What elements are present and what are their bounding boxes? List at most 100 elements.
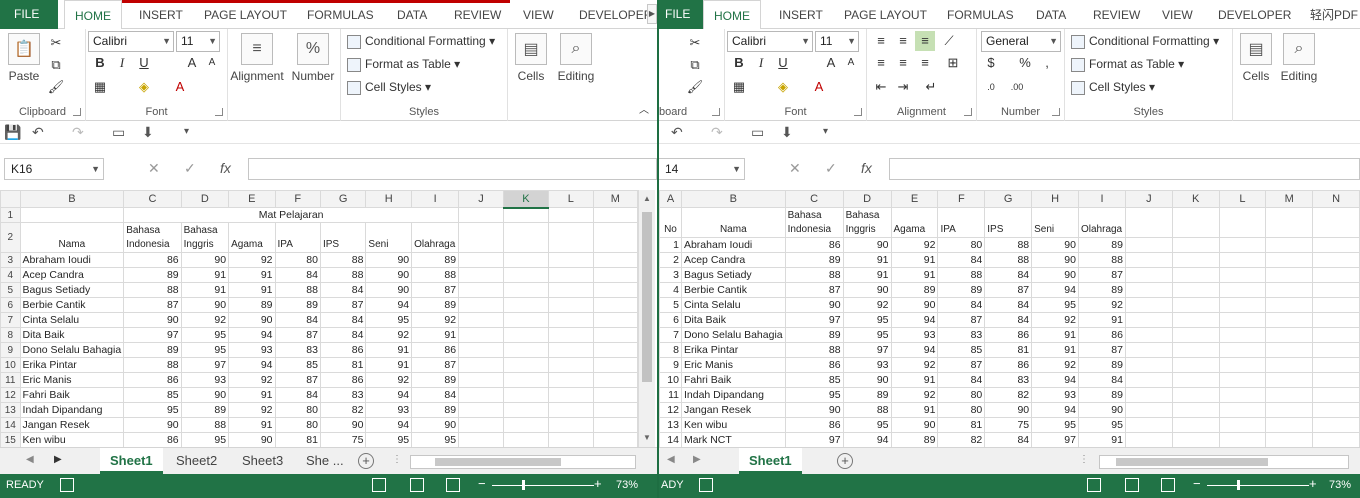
decrease-indent-icon[interactable]: ⇤ [871,77,891,97]
cell[interactable] [1218,432,1267,448]
cell[interactable] [1218,342,1267,358]
cell[interactable]: 5 [659,297,682,313]
cell[interactable]: 85 [274,357,321,373]
cell[interactable]: 84 [1077,372,1126,388]
cell[interactable]: Ken wibu [680,417,786,433]
cell[interactable]: 82 [984,387,1033,403]
clipboard-launcher-icon[interactable] [73,108,81,116]
cell[interactable] [502,282,549,298]
cell[interactable]: 94 [228,357,276,373]
cell[interactable]: 95 [1077,417,1126,433]
cell[interactable]: 95 [411,432,460,448]
row-header[interactable]: 3 [0,252,21,268]
cell[interactable]: 90 [411,417,460,433]
copy-icon[interactable]: ⧉ [46,55,66,75]
bold-icon[interactable]: B [729,53,749,73]
cell[interactable]: 89 [1077,282,1126,298]
cell[interactable] [1171,387,1220,403]
cell[interactable] [1265,297,1314,313]
cell[interactable] [592,357,639,373]
insert-function-icon[interactable]: fx [220,160,231,176]
cell[interactable] [1124,207,1173,238]
cell[interactable] [547,387,594,403]
cell[interactable]: 10 [659,372,682,388]
cell[interactable]: Eric Manis [680,357,786,373]
cell[interactable] [1218,417,1267,433]
cell[interactable]: 92 [890,357,939,373]
cell[interactable] [502,432,549,448]
align-middle-icon[interactable]: ≡ [893,31,913,51]
font-launcher-icon[interactable] [854,108,862,116]
align-right-icon[interactable]: ≡ [915,53,935,73]
enter-icon[interactable]: ✓ [184,160,196,177]
cell[interactable]: Dono Selalu Bahagia [680,327,786,343]
scroll-down-icon[interactable]: ▼ [639,431,655,445]
column-header[interactable]: G [984,190,1033,208]
cell[interactable]: 89 [123,342,182,358]
cell[interactable] [458,387,504,403]
cell[interactable] [1312,282,1360,298]
cell[interactable]: 81 [937,417,986,433]
cells-button[interactable]: ▤ Cells [1237,33,1275,83]
enter-icon[interactable]: ✓ [825,160,837,177]
cell[interactable]: 82 [937,432,986,448]
cell[interactable]: 95 [842,312,892,328]
undo-icon[interactable]: ↶ [32,123,44,141]
cell[interactable] [1124,252,1173,268]
cell[interactable]: 92 [365,327,413,343]
cell[interactable]: 97 [180,357,230,373]
cell[interactable]: 6 [659,312,682,328]
row-header[interactable]: 7 [0,312,21,328]
cell[interactable]: 83 [984,372,1033,388]
cell[interactable]: 80 [274,402,321,418]
cell[interactable] [1312,417,1360,433]
header-cell[interactable]: Nama [19,222,125,253]
cell[interactable]: 92 [365,372,413,388]
cell[interactable] [547,297,594,313]
cell[interactable] [1171,237,1220,253]
cell[interactable] [1265,417,1314,433]
cell[interactable] [502,222,549,253]
italic-icon[interactable]: I [751,53,771,73]
cell[interactable] [1124,267,1173,283]
cell[interactable]: 97 [842,342,892,358]
cell[interactable]: 91 [228,387,276,403]
grow-font-icon[interactable]: A [821,53,841,73]
tab-review[interactable]: REVIEW [1093,0,1140,29]
customize-qat-icon[interactable]: ▾ [823,123,828,141]
cell[interactable]: 84 [984,297,1033,313]
save-as-icon[interactable]: ⬇ [142,123,154,141]
cell[interactable]: 86 [784,237,844,253]
cell-table[interactable]: A B C D E F G H I J K L M N No Nama Bahasa Indonesia Baha… [659,190,1360,448]
cell[interactable] [1265,282,1314,298]
column-header[interactable]: E [228,190,276,208]
format-painter-icon[interactable]: 🖌 [685,77,705,97]
cell[interactable]: 91 [890,252,939,268]
alignment-launcher-icon[interactable] [964,108,972,116]
cell[interactable]: 89 [123,267,182,283]
cell[interactable]: 95 [365,312,413,328]
header-cell[interactable]: IPA [937,207,986,238]
tab-scroll-right-icon[interactable]: ▶ [647,4,657,24]
cell[interactable] [592,252,639,268]
cell[interactable] [1124,432,1173,448]
cell[interactable]: 89 [937,282,986,298]
cell[interactable] [1265,342,1314,358]
zoom-in-icon[interactable]: + [1309,476,1317,491]
cell[interactable]: 94 [1031,282,1079,298]
cell[interactable]: 88 [411,267,460,283]
cell[interactable] [502,417,549,433]
editing-button[interactable]: ⌕ Editing [554,33,598,83]
cell[interactable]: 97 [123,327,182,343]
cell[interactable]: Cinta Selalu [19,312,125,328]
cell[interactable]: 85 [937,342,986,358]
cell[interactable]: 84 [411,387,460,403]
fill-color-icon[interactable]: ◈ [773,77,793,97]
cell[interactable]: 84 [937,252,986,268]
cell[interactable] [458,417,504,433]
cell[interactable] [547,267,594,283]
tab-data[interactable]: DATA [397,0,427,29]
column-header[interactable]: L [547,190,594,208]
cell[interactable]: 82 [319,402,367,418]
cell[interactable]: 84 [984,432,1033,448]
